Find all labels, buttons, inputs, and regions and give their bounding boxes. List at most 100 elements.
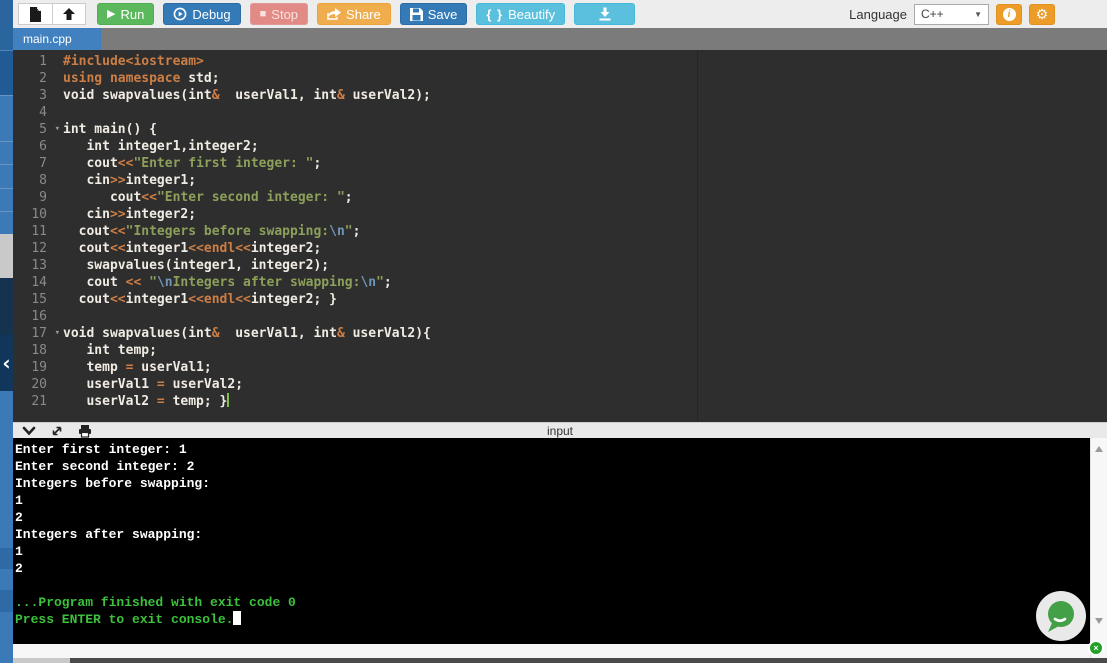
line-number: 21	[13, 393, 63, 410]
console-line: Enter first integer: 1	[15, 441, 1090, 458]
code-text: cout << "\nIntegers after swapping:\n";	[63, 274, 392, 291]
code-line: 15 cout<<integer1<<endl<<integer2; }	[13, 291, 1107, 308]
new-file-button[interactable]	[18, 3, 52, 25]
code-line: 17▾void swapvalues(int& userVal1, int& u…	[13, 325, 1107, 342]
download-button[interactable]	[574, 3, 635, 25]
download-icon	[598, 7, 612, 21]
code-text: int integer1,integer2;	[63, 138, 259, 155]
line-number: 12	[13, 240, 63, 257]
code-line: 3void swapvalues(int& userVal1, int& use…	[13, 87, 1107, 104]
code-line: 4	[13, 104, 1107, 121]
code-line: 20 userVal1 = userVal2;	[13, 376, 1107, 393]
scroll-down-icon[interactable]	[1095, 618, 1103, 624]
sidebar-block	[0, 569, 13, 590]
console-line: 1	[15, 543, 1090, 560]
code-text: #include<iostream>	[63, 53, 204, 70]
sidebar-block	[0, 548, 13, 569]
sidebar-block	[0, 612, 13, 663]
chat-bubble-icon	[1036, 591, 1086, 641]
run-button[interactable]: ▶ Run	[97, 3, 154, 25]
share-icon	[327, 8, 341, 21]
console-line: 2	[15, 560, 1090, 577]
line-number: 7	[13, 155, 63, 172]
code-text: cout<<"Enter second integer: ";	[63, 189, 353, 206]
sidebar-block	[0, 141, 13, 164]
code-line: 18 int temp;	[13, 342, 1107, 359]
chat-widget-button[interactable]	[1036, 591, 1086, 641]
line-number: 6	[13, 138, 63, 155]
stop-label: Stop	[271, 7, 298, 22]
fold-marker-icon[interactable]: ▾	[55, 121, 60, 138]
language-area: Language C++ ▼ i ⚙	[849, 4, 1055, 25]
close-icon: ×	[1093, 643, 1098, 653]
code-line: 1#include<iostream>	[13, 53, 1107, 70]
beautify-label: Beautify	[508, 7, 555, 22]
code-line: 21 userVal2 = temp; }	[13, 393, 1107, 410]
code-text: cout<<"Enter first integer: ";	[63, 155, 321, 172]
code-line: 11 cout<<"Integers before swapping:\n";	[13, 223, 1107, 240]
sidebar-block	[0, 95, 13, 141]
console-line: 2	[15, 509, 1090, 526]
code-text: cout<<integer1<<endl<<integer2;	[63, 240, 321, 257]
code-text: userVal2 = temp; }	[63, 393, 229, 410]
code-text: void swapvalues(int& userVal1, int& user…	[63, 325, 431, 342]
save-label: Save	[428, 7, 458, 22]
line-number: 8	[13, 172, 63, 189]
line-number: 9	[13, 189, 63, 206]
line-number: 20	[13, 376, 63, 393]
close-console-badge[interactable]: ×	[1088, 640, 1104, 656]
code-text: cout<<integer1<<endl<<integer2; }	[63, 291, 337, 308]
console-input-label[interactable]: input	[13, 424, 1107, 438]
sidebar-block-gray	[0, 234, 13, 278]
settings-button[interactable]: ⚙	[1029, 4, 1055, 25]
code-line: 7 cout<<"Enter first integer: ";	[13, 155, 1107, 172]
line-number: 5▾	[13, 121, 63, 138]
new-file-icon	[29, 7, 42, 22]
bottom-scrollbar[interactable]	[13, 658, 1107, 663]
save-button[interactable]: Save	[400, 3, 468, 25]
footer-strip	[13, 644, 1090, 658]
code-line: 5▾int main() {	[13, 121, 1107, 138]
sidebar-block-dark	[0, 278, 13, 335]
code-text: swapvalues(integer1, integer2);	[63, 257, 329, 274]
stop-button[interactable]: ■ Stop	[250, 3, 308, 25]
tab-filename: main.cpp	[23, 32, 72, 46]
fold-marker-icon[interactable]: ▾	[55, 325, 60, 342]
upload-icon	[62, 7, 76, 21]
console-cursor	[233, 611, 241, 625]
line-number: 19	[13, 359, 63, 376]
code-line: 9 cout<<"Enter second integer: ";	[13, 189, 1107, 206]
code-line: 10 cin>>integer2;	[13, 206, 1107, 223]
line-number: 4	[13, 104, 63, 121]
language-select[interactable]: C++ ▼	[914, 4, 989, 25]
console-line: Integers before swapping:	[15, 475, 1090, 492]
code-text: cin>>integer2;	[63, 206, 196, 223]
code-text: int main() {	[63, 121, 157, 138]
share-button[interactable]: Share	[317, 3, 391, 25]
code-editor[interactable]: 1#include<iostream>2using namespace std;…	[13, 50, 1107, 422]
toolbar: ▶ Run Debug ■ Stop Share Save { } Beauti…	[13, 0, 1107, 28]
chevron-left-icon: ‹	[2, 351, 10, 375]
sidebar-block	[0, 391, 13, 548]
tab-bar: main.cpp	[13, 28, 1107, 50]
sidebar-block	[0, 0, 13, 50]
info-button[interactable]: i	[996, 4, 1022, 25]
code-line: 13 swapvalues(integer1, integer2);	[13, 257, 1107, 274]
debug-button[interactable]: Debug	[163, 3, 240, 25]
line-number: 17▾	[13, 325, 63, 342]
run-label: Run	[120, 7, 144, 22]
console-output[interactable]: Enter first integer: 1Enter second integ…	[13, 438, 1090, 644]
line-number: 13	[13, 257, 63, 274]
beautify-button[interactable]: { } Beautify	[476, 3, 565, 25]
code-line: 6 int integer1,integer2;	[13, 138, 1107, 155]
code-line: 12 cout<<integer1<<endl<<integer2;	[13, 240, 1107, 257]
upload-button[interactable]	[52, 3, 86, 25]
tab-main-cpp[interactable]: main.cpp	[13, 28, 101, 50]
line-number: 3	[13, 87, 63, 104]
left-sidebar-strip: ‹	[0, 0, 13, 663]
code-line: 8 cin>>integer1;	[13, 172, 1107, 189]
language-value: C++	[921, 7, 944, 21]
scroll-up-icon[interactable]	[1095, 446, 1103, 452]
sidebar-collapse-button[interactable]: ‹	[0, 335, 13, 391]
console-scrollbar[interactable]	[1090, 438, 1107, 663]
